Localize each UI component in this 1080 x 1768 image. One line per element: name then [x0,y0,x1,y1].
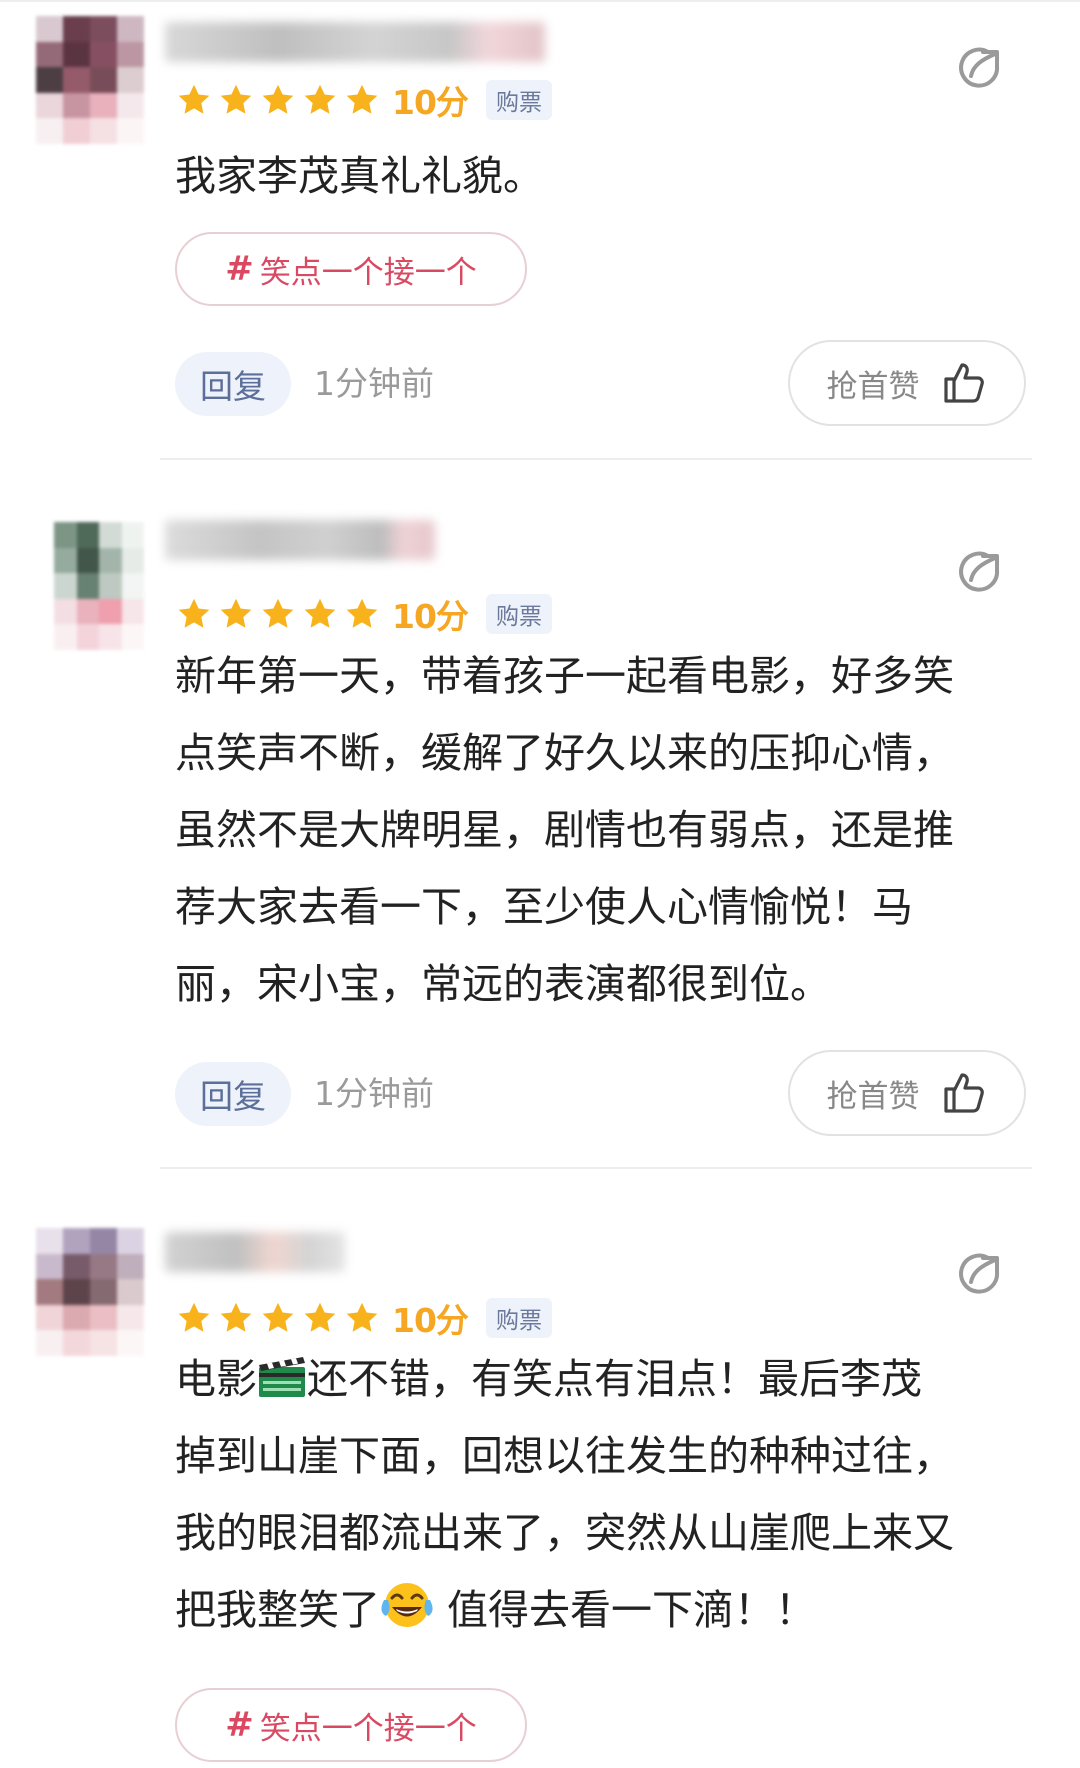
user-name-blurred[interactable] [165,1232,345,1272]
avatar[interactable] [54,522,144,650]
share-icon[interactable] [955,1250,1003,1298]
star-icon [218,82,254,118]
top-divider [0,0,1080,2]
star-icon [218,596,254,632]
tag-label: 笑点一个接一个 [259,254,477,291]
topic-tag[interactable]: # 笑点一个接一个 [175,232,527,306]
review-text-line: 电影 还不错，有笑点有泪点！最后李茂 [175,1341,1035,1418]
review-text-line: 把我整笑了 值得去看一下滴！！ [175,1572,1035,1649]
divider [160,458,1032,460]
topic-tag[interactable]: # 笑点一个接一个 [175,1688,527,1762]
star-icon [302,1300,338,1336]
ticket-badge: 购票 [485,1298,552,1338]
review-text-line: 掉到山崖下面，回想以往发生的种种过往， [175,1432,954,1480]
review-text-line: 新年第一天，带着孩子一起看电影，好多笑 [175,652,954,700]
thumbs-up-icon [940,1069,988,1117]
star-rating: 10分 购票 [176,76,552,124]
like-button[interactable]: 抢首赞 [788,340,1026,426]
hash-icon: # [225,1705,254,1745]
star-icon [344,82,380,118]
star-icon [344,1300,380,1336]
review-text-line: 点笑声不断，缓解了好久以来的压抑心情， [175,729,954,777]
star-icon [260,596,296,632]
thumbs-up-icon [940,359,988,407]
ticket-badge: 购票 [485,594,552,634]
star-icon [176,596,212,632]
text-segment: 把我整笑了 [175,1586,380,1634]
score: 10分 [392,83,469,122]
review-text-line: 荐大家去看一下，至少使人心情愉悦！马 [175,883,913,931]
avatar[interactable] [36,1228,144,1356]
avatar[interactable] [36,16,144,144]
star-icon [260,1300,296,1336]
user-name-blurred[interactable] [165,520,435,560]
star-icon [302,82,338,118]
star-icon [344,596,380,632]
share-icon[interactable] [955,548,1003,596]
review-text: 我家李茂真礼礼貌。 [175,152,544,200]
review-text-line: 丽，宋小宝，常远的表演都很到位。 [175,960,831,1008]
review-text-line: 虽然不是大牌明星，剧情也有弱点，还是推 [175,806,954,854]
divider [160,1167,1032,1169]
star-icon [218,1300,254,1336]
ticket-badge: 购票 [485,80,552,120]
text-segment: 电影 [175,1355,257,1403]
star-icon [176,82,212,118]
star-rating: 10分 购票 [176,1294,552,1342]
score: 10分 [392,597,469,636]
timestamp: 1分钟前 [314,364,434,403]
timestamp: 1分钟前 [314,1074,434,1113]
score: 10分 [392,1301,469,1340]
review-text-line: 我的眼泪都流出来了，突然从山崖爬上来又 [175,1509,954,1557]
review-text: 电影 还不错，有笑点有泪点！最后李茂 掉到山崖下面，回想以往发生的种种过往， 我… [175,1341,1035,1649]
clapperboard-emoji [259,1357,305,1397]
like-button[interactable]: 抢首赞 [788,1050,1026,1136]
star-icon [176,1300,212,1336]
hash-icon: # [225,249,254,289]
user-name-blurred[interactable] [165,22,545,62]
star-rating: 10分 购票 [176,590,552,638]
review-text: 新年第一天，带着孩子一起看电影，好多笑 点笑声不断，缓解了好久以来的压抑心情， … [175,638,1035,1023]
tears-of-joy-emoji [381,1583,433,1627]
star-icon [260,82,296,118]
reply-button[interactable]: 回复 [175,1062,291,1126]
tag-label: 笑点一个接一个 [259,1710,477,1747]
reply-button[interactable]: 回复 [175,352,291,416]
share-icon[interactable] [955,44,1003,92]
like-label: 抢首赞 [826,368,920,405]
star-icon [302,596,338,632]
text-segment: 还不错，有笑点有泪点！最后李茂 [307,1355,922,1403]
text-segment: 值得去看一下滴！！ [447,1586,817,1634]
like-label: 抢首赞 [826,1078,920,1115]
